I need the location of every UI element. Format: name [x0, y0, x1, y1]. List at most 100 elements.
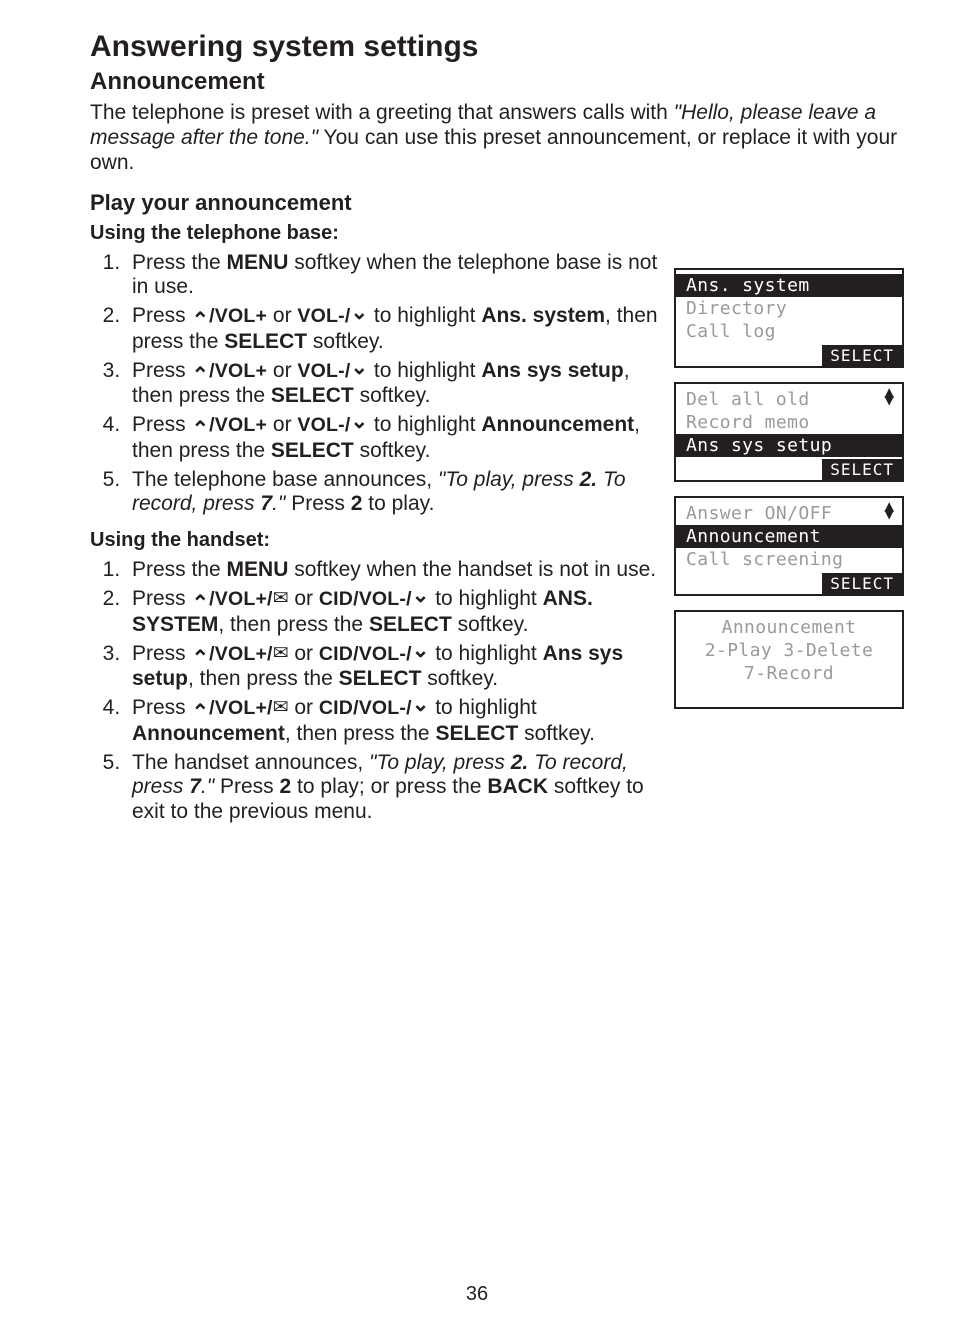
t: , then press the: [218, 613, 369, 636]
scroll-arrows-icon: ▲▼: [884, 502, 894, 518]
base-step-1: Press the MENU softkey when the telephon…: [126, 251, 662, 301]
down-arrow-icon: [412, 643, 430, 668]
menu-key: MENU: [227, 251, 289, 274]
key-2: 2.: [511, 751, 529, 774]
t: to highlight: [368, 304, 481, 327]
select-key: SELECT: [224, 330, 307, 353]
vol-dn: VOL-/: [297, 360, 350, 382]
vol-up: /VOL+: [209, 360, 267, 382]
vol-dn: VOL-/: [297, 414, 350, 436]
up-arrow-icon: [192, 305, 210, 330]
scroll-arrows-icon: ▲▼: [884, 388, 894, 404]
vol-up: /VOL+/: [209, 588, 273, 610]
t: Press the: [132, 251, 227, 274]
t: softkey when the handset is not in use.: [288, 558, 656, 581]
using-handset-heading: Using the handset:: [90, 529, 662, 552]
t: .": [272, 492, 285, 515]
select-key: SELECT: [435, 722, 518, 745]
announcement-label: Announcement: [481, 413, 634, 436]
page-title: Answering system settings: [90, 30, 904, 64]
vol-up: /VOL+/: [209, 697, 273, 719]
menu-key: MENU: [227, 558, 289, 581]
lcd-line: Record memo: [676, 411, 902, 434]
subheading-play-announcement: Play your announcement: [90, 190, 904, 216]
lcd-line: Call log: [676, 320, 902, 343]
t: Press: [132, 304, 192, 327]
t: , then press the: [188, 667, 339, 690]
vol-dn: VOL-/: [297, 305, 350, 327]
base-step-4: Press /VOL+ or VOL-/ to highlight Announ…: [126, 413, 662, 464]
t: or: [289, 587, 319, 610]
key-7: 7: [189, 775, 201, 798]
key-2: 2.: [580, 468, 598, 491]
lcd-screen-4: Announcement 2-Play 3-Delete 7-Record: [674, 610, 904, 709]
cid-vol-dn: CID/VOL-/: [319, 588, 412, 610]
back-key: BACK: [487, 775, 548, 798]
down-arrow-icon: [350, 414, 368, 439]
cid-vol-dn: CID/VOL-/: [319, 643, 412, 665]
envelope-icon: [273, 697, 289, 718]
up-arrow-icon: [192, 588, 210, 613]
lcd-line: 2-Play 3-Delete: [676, 639, 902, 662]
base-step-2: Press /VOL+ or VOL-/ to highlight Ans. s…: [126, 304, 662, 355]
lcd-line: Del all old: [676, 388, 902, 411]
base-step-3: Press /VOL+ or VOL-/ to highlight Ans sy…: [126, 359, 662, 410]
announcement-label: Announcement: [132, 722, 285, 745]
lcd-screen-3: ▲▼ Answer ON/OFF Announcement Call scree…: [674, 496, 904, 596]
lcd-line-selected: Ans sys setup: [676, 434, 902, 457]
lcd-line-selected: Announcement: [676, 525, 902, 548]
lcd-line: Announcement: [676, 616, 902, 639]
t: Press: [132, 642, 192, 665]
t: The telephone base announces,: [132, 468, 438, 491]
key-2: 2: [351, 492, 363, 515]
t: .": [201, 775, 214, 798]
t: Press: [132, 359, 192, 382]
lcd-softkey: SELECT: [822, 345, 902, 366]
vol-up: /VOL+: [209, 414, 267, 436]
up-arrow-icon: [192, 414, 210, 439]
envelope-icon: [273, 643, 289, 664]
hs-step-3: Press /VOL+/ or CID/VOL-/ to highlight A…: [126, 642, 662, 693]
t: Press: [132, 696, 192, 719]
down-arrow-icon: [412, 588, 430, 613]
t: Press the: [132, 558, 227, 581]
key-7: 7: [260, 492, 272, 515]
t: softkey.: [518, 722, 595, 745]
hs-step-4: Press /VOL+/ or CID/VOL-/ to highlight A…: [126, 696, 662, 747]
lcd-line: Directory: [676, 297, 902, 320]
base-step-5: The telephone base announces, "To play, …: [126, 468, 662, 518]
t: softkey.: [307, 330, 384, 353]
t: softkey.: [354, 384, 431, 407]
lcd-line: 7-Record: [676, 662, 902, 685]
t: Press: [132, 413, 192, 436]
select-key: SELECT: [339, 667, 422, 690]
envelope-icon: [273, 588, 289, 609]
cid-vol-dn: CID/VOL-/: [319, 697, 412, 719]
t: Press: [285, 492, 350, 515]
section-heading: Announcement: [90, 68, 904, 96]
t: or: [289, 696, 319, 719]
up-arrow-icon: [192, 360, 210, 385]
t: "To play, press: [369, 751, 511, 774]
ans-sys-setup-label: Ans sys setup: [481, 359, 623, 382]
lcd-softkey: SELECT: [822, 573, 902, 594]
lcd-screen-1: ▲▼ Ans. system Directory Call log SELECT: [674, 268, 904, 368]
key-2: 2: [280, 775, 292, 798]
down-arrow-icon: [350, 360, 368, 385]
t: or: [267, 359, 297, 382]
lcd-line: Answer ON/OFF: [676, 502, 902, 525]
t: "To play, press: [438, 468, 580, 491]
lcd-line: Call screening: [676, 548, 902, 571]
t: to highlight: [368, 413, 481, 436]
t: or: [289, 642, 319, 665]
select-key: SELECT: [369, 613, 452, 636]
t: to play.: [362, 492, 434, 515]
intro-text-a: The telephone is preset with a greeting …: [90, 101, 674, 124]
select-key: SELECT: [271, 439, 354, 462]
using-base-heading: Using the telephone base:: [90, 222, 662, 245]
lcd-softkey: SELECT: [822, 459, 902, 480]
t: softkey.: [452, 613, 529, 636]
lcd-line-selected: Ans. system: [676, 274, 902, 297]
hs-step-1: Press the MENU softkey when the handset …: [126, 558, 662, 583]
t: to highlight: [429, 642, 542, 665]
